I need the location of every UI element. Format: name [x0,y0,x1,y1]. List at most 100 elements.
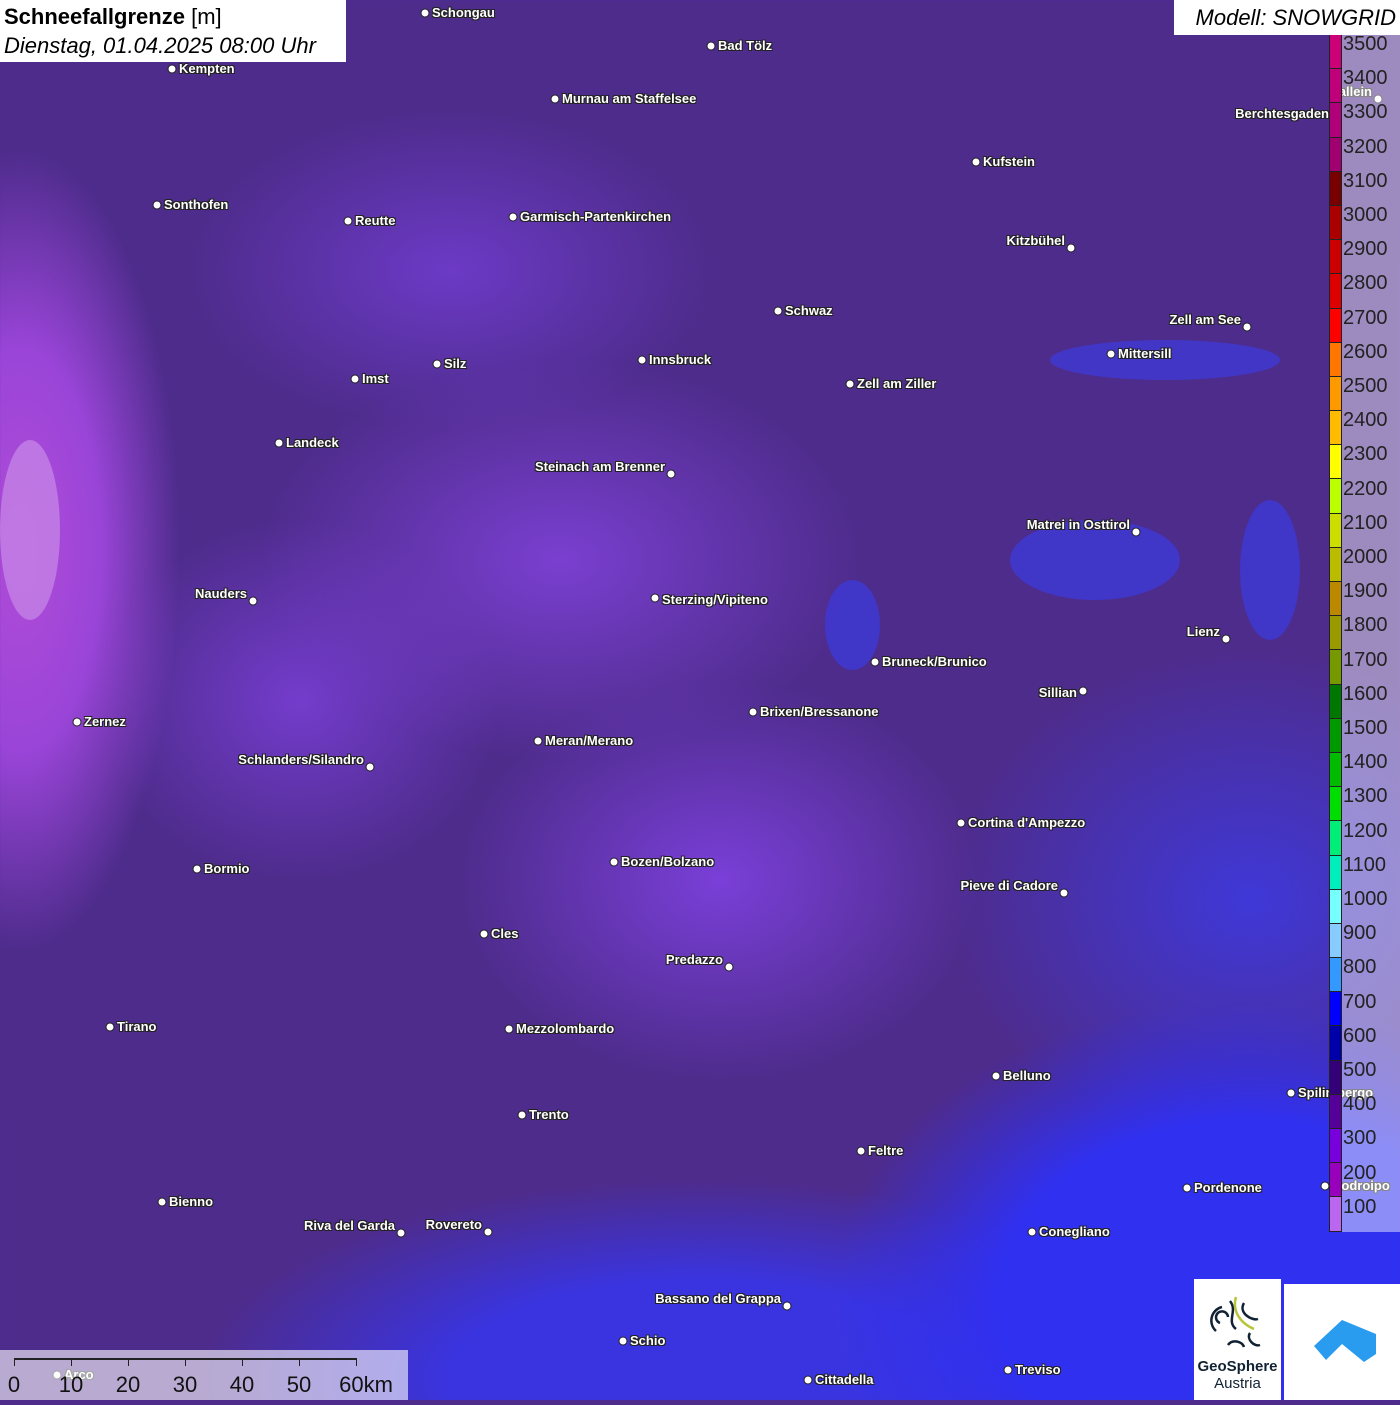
city-marker[interactable] [167,64,177,74]
city-marker[interactable] [724,962,734,972]
city-marker[interactable] [72,717,82,727]
city-marker[interactable] [152,200,162,210]
city-label: Innsbruck [649,352,712,367]
legend-label: 2300 [1343,443,1388,466]
geosphere-logo[interactable]: GeoSphere Austria [1194,1279,1281,1400]
scale-tick [356,1358,357,1366]
city-marker[interactable] [956,818,966,828]
city-label: Zell am Ziller [857,376,937,391]
legend-label: 1200 [1343,819,1388,842]
legend-label: 200 [1343,1161,1377,1184]
legend-bin [1329,445,1342,480]
legend-bin [1329,787,1342,822]
city-marker[interactable] [483,1227,493,1237]
city-marker[interactable] [618,1336,628,1346]
legend-bin [1329,923,1342,959]
city-label: Bienno [169,1194,214,1209]
city-label: Belluno [1003,1068,1051,1083]
city-marker[interactable] [637,355,647,365]
legend-label: 1700 [1343,648,1388,671]
city-marker[interactable] [1066,243,1076,253]
city-label: Kempten [179,61,235,76]
legend-label: 700 [1343,990,1377,1013]
legend-bin [1329,205,1342,241]
city-label: Imst [362,371,389,386]
legend-bin [1329,308,1342,343]
city-marker[interactable] [1131,527,1141,537]
legend-bin [1329,171,1342,206]
city-marker[interactable] [991,1071,1001,1081]
scale-tick [128,1358,129,1366]
city-label: Schio [630,1333,666,1348]
legend-label: 3000 [1343,204,1388,226]
city-marker[interactable] [504,1024,514,1034]
city-marker[interactable] [845,379,855,389]
city-marker[interactable] [1221,634,1231,644]
city-marker[interactable] [782,1301,792,1311]
low-snowline-area [1240,500,1300,640]
city-marker[interactable] [432,359,442,369]
legend-label: 300 [1343,1127,1377,1150]
legend-label: 1000 [1343,888,1388,910]
legend-label: 3100 [1343,169,1388,192]
scale-label: 50 [286,1372,312,1397]
city-label: Garmisch-Partenkirchen [520,209,672,224]
map-title: Schneefallgrenze [4,4,185,29]
city-marker[interactable] [1059,888,1069,898]
city-marker[interactable] [1286,1088,1296,1098]
city-marker[interactable] [508,212,518,222]
city-marker[interactable] [343,216,353,226]
partner-logo[interactable] [1284,1284,1400,1400]
legend-bin [1329,411,1342,446]
city-marker[interactable] [706,41,716,51]
city-marker[interactable] [248,596,258,606]
city-marker[interactable] [870,657,880,667]
city-marker[interactable] [105,1022,115,1032]
city-marker[interactable] [192,864,202,874]
city-marker[interactable] [1027,1227,1037,1237]
legend-label: 3300 [1343,101,1388,124]
city-marker[interactable] [856,1146,866,1156]
city-marker[interactable] [274,438,284,448]
city-label: Trento [529,1107,569,1122]
city-marker[interactable] [650,593,660,603]
legend-label: 2200 [1343,477,1388,500]
city-label: Conegliano [1039,1224,1110,1239]
city-marker[interactable] [1182,1183,1192,1193]
city-label: Sterzing/Vipiteno [662,592,768,607]
city-marker[interactable] [396,1228,406,1238]
city-label: Mittersill [1118,346,1172,361]
legend-bin [1329,1060,1342,1095]
model-label: Modell: SNOWGRID [1174,0,1400,35]
legend-label: 1800 [1343,614,1388,637]
city-label: Murnau am Staffelsee [562,91,697,106]
city-marker[interactable] [1242,322,1252,332]
legend-bin [1329,992,1342,1027]
city-marker[interactable] [157,1197,167,1207]
city-marker[interactable] [420,8,430,18]
city-label: Cortina d'Ampezzo [968,815,1086,830]
city-marker[interactable] [971,157,981,167]
city-label: Landeck [286,435,339,450]
city-marker[interactable] [666,469,676,479]
city-label: Bruneck/Brunico [882,654,987,669]
city-marker[interactable] [517,1110,527,1120]
city-marker[interactable] [1078,686,1088,696]
geosphere-name: GeoSphere [1197,1358,1278,1375]
city-marker[interactable] [533,736,543,746]
legend-label: 900 [1343,922,1377,945]
city-marker[interactable] [1106,349,1116,359]
city-marker[interactable] [773,306,783,316]
legend-bin [1329,274,1342,309]
city-marker[interactable] [1003,1365,1013,1375]
city-marker[interactable] [365,762,375,772]
city-marker[interactable] [479,929,489,939]
city-marker[interactable] [748,707,758,717]
legend-bin [1329,376,1342,412]
city-marker[interactable] [350,374,360,384]
scale-label: 10 [58,1372,84,1397]
legend-bin [1329,69,1342,104]
city-marker[interactable] [609,857,619,867]
city-marker[interactable] [803,1375,813,1385]
city-marker[interactable] [550,94,560,104]
